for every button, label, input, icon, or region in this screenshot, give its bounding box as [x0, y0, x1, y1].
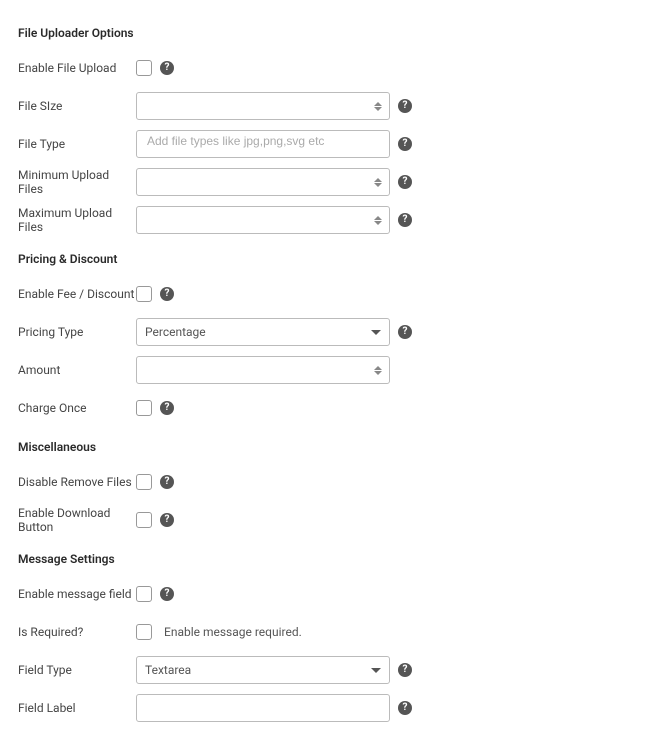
help-icon[interactable]: ? — [160, 61, 174, 75]
help-icon[interactable]: ? — [398, 213, 412, 227]
chevron-down-icon — [371, 668, 381, 673]
chevron-down-icon — [371, 330, 381, 335]
spinner-icon[interactable] — [371, 96, 385, 116]
label-file-type: File Type — [18, 137, 136, 151]
select-pricing-type[interactable]: Percentage — [136, 318, 390, 346]
label-enable-message-field: Enable message field — [18, 587, 136, 601]
select-pricing-type-value: Percentage — [145, 325, 206, 339]
checkbox-enable-file-upload[interactable] — [136, 60, 152, 76]
checkbox-enable-message-field[interactable] — [136, 586, 152, 602]
input-max-upload[interactable] — [136, 206, 390, 234]
checkbox-disable-remove[interactable] — [136, 474, 152, 490]
input-file-type[interactable] — [145, 133, 381, 149]
label-amount: Amount — [18, 363, 136, 377]
label-field-type: Field Type — [18, 663, 136, 677]
help-icon[interactable]: ? — [398, 701, 412, 715]
section-file-uploader-title: File Uploader Options — [18, 26, 632, 40]
section-message-title: Message Settings — [18, 552, 632, 566]
checkbox-enable-fee[interactable] — [136, 286, 152, 302]
label-is-required: Is Required? — [18, 625, 136, 639]
input-field-label[interactable] — [145, 697, 381, 713]
label-pricing-type: Pricing Type — [18, 325, 136, 339]
help-icon[interactable]: ? — [398, 175, 412, 189]
help-icon[interactable]: ? — [160, 287, 174, 301]
checkbox-is-required[interactable] — [136, 624, 152, 640]
help-icon[interactable]: ? — [160, 513, 174, 527]
label-file-size: File SIze — [18, 99, 136, 113]
input-file-size[interactable] — [136, 92, 390, 120]
checkbox-charge-once[interactable] — [136, 400, 152, 416]
section-misc-title: Miscellaneous — [18, 440, 632, 454]
spinner-icon[interactable] — [371, 210, 385, 230]
help-icon[interactable]: ? — [398, 663, 412, 677]
select-field-type[interactable]: Textarea — [136, 656, 390, 684]
help-icon[interactable]: ? — [160, 587, 174, 601]
section-pricing-title: Pricing & Discount — [18, 252, 632, 266]
help-icon[interactable]: ? — [160, 475, 174, 489]
label-disable-remove: Disable Remove Files — [18, 475, 136, 489]
spinner-icon[interactable] — [371, 172, 385, 192]
spinner-icon[interactable] — [371, 360, 385, 380]
help-icon[interactable]: ? — [398, 325, 412, 339]
text-enable-message-required: Enable message required. — [164, 625, 302, 639]
input-amount[interactable] — [136, 356, 390, 384]
label-field-label: Field Label — [18, 701, 136, 715]
help-icon[interactable]: ? — [398, 137, 412, 151]
label-enable-file-upload: Enable File Upload — [18, 61, 136, 75]
input-field-label-wrapper — [136, 694, 390, 722]
label-enable-fee: Enable Fee / Discount — [18, 287, 136, 301]
checkbox-enable-download[interactable] — [136, 512, 152, 528]
label-max-upload: Maximum Upload Files — [18, 206, 136, 234]
help-icon[interactable]: ? — [160, 401, 174, 415]
input-file-type-wrapper — [136, 130, 390, 158]
input-min-upload[interactable] — [136, 168, 390, 196]
select-field-type-value: Textarea — [145, 663, 191, 677]
label-min-upload: Minimum Upload Files — [18, 168, 136, 196]
label-enable-download: Enable Download Button — [18, 506, 136, 534]
help-icon[interactable]: ? — [398, 99, 412, 113]
label-charge-once: Charge Once — [18, 401, 136, 415]
